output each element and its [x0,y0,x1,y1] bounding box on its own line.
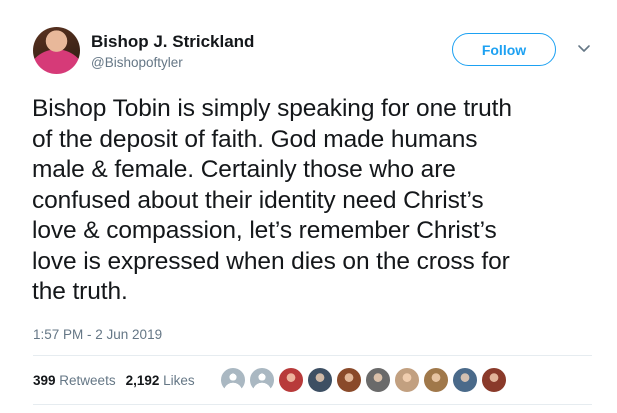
tweet-timestamp[interactable]: 1:57 PM - 2 Jun 2019 [33,327,162,342]
likes-count: 2,192 [125,373,160,388]
liker-avatar[interactable] [452,367,478,393]
liker-avatar[interactable] [394,367,420,393]
liker-avatar[interactable] [365,367,391,393]
liker-avatar[interactable] [307,367,333,393]
likes-label: Likes [163,373,195,388]
tweet-text: Bishop Tobin is simply speaking for one … [32,95,512,305]
divider [33,404,592,405]
retweets-stat[interactable]: 399 Retweets [33,373,116,388]
chevron-down-icon[interactable] [576,42,592,56]
default-avatar-icon[interactable] [249,367,275,393]
likes-stat[interactable]: 2,192 Likes [126,373,195,388]
default-avatar-icon[interactable] [220,367,246,393]
retweets-count: 399 [33,373,56,388]
liker-avatar[interactable] [423,367,449,393]
retweets-label: Retweets [59,373,116,388]
author-handle[interactable]: @Bishopoftyler [91,55,183,70]
author-avatar[interactable] [33,27,80,74]
liker-avatars [220,367,510,393]
author-name[interactable]: Bishop J. Strickland [91,32,254,52]
divider [33,355,592,356]
liker-avatar[interactable] [278,367,304,393]
follow-button[interactable]: Follow [452,33,556,66]
tweet-stats: 399 Retweets 2,192 Likes [33,373,195,388]
liker-avatar[interactable] [336,367,362,393]
liker-avatar[interactable] [481,367,507,393]
